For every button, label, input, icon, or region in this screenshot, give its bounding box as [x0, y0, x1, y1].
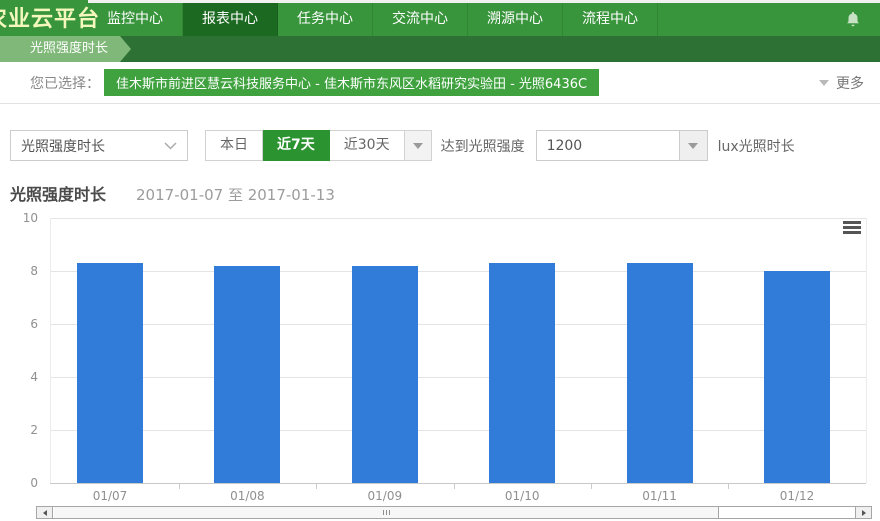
gridline-6: [50, 324, 866, 325]
gridline-2: [50, 430, 866, 431]
range-button-1[interactable]: 近7天: [263, 130, 330, 161]
nav-item-0[interactable]: 监控中心: [88, 3, 183, 36]
x-axis-tick: [591, 483, 592, 489]
threshold-unit-label: lux光照时长: [718, 136, 795, 156]
range-button-0[interactable]: 本日: [205, 130, 263, 161]
bar-chart: 10 8 6 4 2 0 01/07 01/08 01/09 01/10 01/11 01/12: [0, 210, 880, 506]
x-axis-tick: [728, 483, 729, 489]
gridline-0: [50, 483, 866, 484]
dropdown-arrow-icon: [688, 143, 698, 149]
chart-title: 光照强度时长: [10, 181, 106, 205]
dropdown-arrow-icon: [819, 80, 829, 86]
x-axis-label-01/09: 01/09: [345, 489, 425, 503]
bar-01/07[interactable]: [77, 263, 143, 483]
selected-device-chip: 佳木斯市前进区慧云科技服务中心 - 佳木斯市东风区水稻研究实验田 - 光照643…: [104, 69, 599, 96]
x-axis-label-01/12: 01/12: [757, 489, 837, 503]
scroll-right-icon: [862, 510, 866, 516]
scroll-left-icon: [43, 510, 47, 516]
x-axis-tick: [454, 483, 455, 489]
top-edge-strip: [88, 0, 880, 3]
nav-item-1[interactable]: 报表中心: [183, 0, 278, 36]
x-axis-label-01/11: 01/11: [620, 489, 700, 503]
threshold-dropdown-button[interactable]: [679, 131, 707, 160]
y-axis-label-10: 10: [4, 211, 38, 225]
chart-date-range: 2017-01-07 至 2017-01-13: [136, 184, 335, 205]
y-axis-label-4: 4: [4, 370, 38, 384]
plot-right-edge: [866, 218, 867, 483]
y-axis-label-2: 2: [4, 423, 38, 437]
breadcrumb-bar: 光照强度时长: [0, 36, 880, 62]
filter-row: 光照强度时长 本日近7天近30天 达到光照强度 lux光照时长: [10, 130, 795, 161]
more-label: 更多: [836, 73, 864, 93]
dropdown-arrow-icon: [413, 143, 423, 149]
bar-01/09[interactable]: [352, 266, 418, 483]
threshold-combobox: [536, 130, 708, 161]
y-axis-label-0: 0: [4, 476, 38, 490]
threshold-input[interactable]: [537, 131, 679, 160]
chart-menu-icon[interactable]: [843, 221, 861, 236]
breadcrumb-label: 光照强度时长: [30, 41, 108, 56]
y-axis-label-8: 8: [4, 264, 38, 278]
notification-bell-icon[interactable]: [844, 10, 862, 29]
y-axis-label-6: 6: [4, 317, 38, 331]
range-more-button[interactable]: [405, 130, 432, 161]
breadcrumb-tab-light-duration[interactable]: 光照强度时长: [0, 36, 120, 62]
x-axis-label-01/10: 01/10: [482, 489, 562, 503]
app-logo: 农业云平台: [0, 3, 100, 36]
bar-01/12[interactable]: [764, 271, 830, 483]
nav-item-4[interactable]: 溯源中心: [468, 3, 563, 36]
x-axis-tick: [316, 483, 317, 489]
bar-01/11[interactable]: [627, 263, 693, 483]
scroll-right-button[interactable]: [855, 507, 871, 518]
selection-row: 您已选择： 佳木斯市前进区慧云科技服务中心 - 佳木斯市东风区水稻研究实验田 -…: [0, 62, 880, 104]
selection-label: 您已选择：: [30, 73, 100, 93]
scroll-left-button[interactable]: [37, 507, 53, 518]
scrollbar-thumb[interactable]: [54, 507, 719, 518]
chevron-down-icon: [164, 142, 177, 150]
top-navigation-bar: 农业云平台 监控中心报表中心任务中心交流中心溯源中心流程中心: [0, 0, 880, 36]
nav-item-3[interactable]: 交流中心: [373, 3, 468, 36]
chart-horizontal-scrollbar[interactable]: [36, 506, 872, 519]
nav-item-2[interactable]: 任务中心: [278, 3, 373, 36]
main-menu: 监控中心报表中心任务中心交流中心溯源中心流程中心: [88, 3, 658, 36]
gridline-4: [50, 377, 866, 378]
nav-item-5[interactable]: 流程中心: [563, 3, 658, 36]
gridline-10: [50, 218, 866, 219]
range-button-2[interactable]: 近30天: [330, 130, 405, 161]
x-axis-label-01/08: 01/08: [207, 489, 287, 503]
x-axis-label-01/07: 01/07: [70, 489, 150, 503]
metric-select-value: 光照强度时长: [21, 136, 105, 156]
threshold-label: 达到光照强度: [441, 136, 525, 156]
plot-left-edge: [50, 218, 51, 483]
bar-01/08[interactable]: [214, 266, 280, 483]
metric-select[interactable]: 光照强度时长: [10, 130, 188, 161]
chart-header: 光照强度时长 2017-01-07 至 2017-01-13: [10, 181, 335, 205]
more-button[interactable]: 更多: [819, 73, 864, 93]
x-axis-tick: [179, 483, 180, 489]
gridline-8: [50, 271, 866, 272]
bar-01/10[interactable]: [489, 263, 555, 483]
date-range-button-group: 本日近7天近30天: [205, 130, 405, 161]
